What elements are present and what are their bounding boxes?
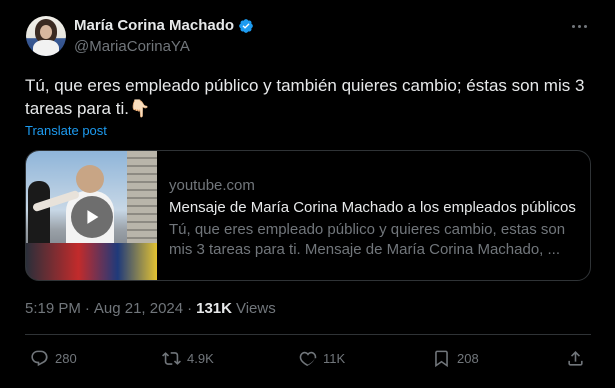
thumb-speaker-head — [76, 165, 104, 193]
bookmark-button[interactable]: 208 — [432, 346, 479, 370]
more-dot — [571, 24, 575, 28]
avatar-face — [40, 25, 52, 39]
reply-count: 280 — [55, 350, 77, 366]
repost-count: 4.9K — [187, 350, 214, 366]
tweet: María Corina Machado @MariaCorinaYA Tú, … — [0, 0, 615, 388]
repost-icon — [162, 351, 181, 365]
meta-separator: · — [187, 300, 193, 317]
thumb-crowd — [26, 243, 157, 280]
reply-button[interactable]: 280 — [30, 346, 77, 370]
play-icon[interactable] — [71, 196, 113, 238]
avatar-shirt — [33, 40, 59, 56]
author-name-row: María Corina Machado — [74, 17, 254, 34]
thumb-left-person — [28, 181, 50, 251]
avatar[interactable] — [26, 16, 66, 56]
more-dot — [583, 24, 587, 28]
card-title[interactable]: Mensaje de María Corina Machado a los em… — [169, 198, 579, 218]
tweet-text: Tú, que eres empleado público y también … — [25, 76, 585, 118]
reply-icon — [31, 350, 48, 366]
more-icon[interactable] — [569, 18, 589, 34]
card-body: youtube.com Mensaje de María Corina Mach… — [169, 176, 579, 260]
views-label: Views — [235, 300, 276, 317]
bookmark-icon — [435, 350, 448, 367]
video-thumbnail[interactable] — [26, 151, 157, 280]
views-count[interactable]: 131K — [196, 300, 232, 317]
author-display-name[interactable]: María Corina Machado — [74, 17, 234, 34]
bookmark-count: 208 — [457, 350, 479, 366]
heart-icon — [299, 351, 317, 366]
repost-button[interactable]: 4.9K — [162, 346, 214, 370]
card-description: Tú, que eres empleado público y quieres … — [169, 221, 566, 258]
more-dot — [577, 24, 581, 28]
share-icon — [568, 350, 583, 366]
share-button[interactable] — [566, 346, 585, 370]
tweet-meta: 5:19 PM · Aug 21, 2024 · 131K Views — [25, 300, 276, 317]
tweet-date[interactable]: Aug 21, 2024 — [94, 300, 183, 317]
like-count: 11K — [323, 350, 346, 366]
translate-link[interactable]: Translate post — [25, 123, 107, 138]
like-button[interactable]: 11K — [298, 346, 345, 370]
tweet-time[interactable]: 5:19 PM — [25, 300, 81, 317]
meta-separator: · — [84, 300, 90, 317]
link-card[interactable]: youtube.com Mensaje de María Corina Mach… — [25, 150, 591, 281]
author-handle[interactable]: @MariaCorinaYA — [74, 38, 190, 55]
verified-badge-icon[interactable] — [238, 18, 254, 34]
divider — [25, 334, 591, 335]
card-domain: youtube.com — [169, 177, 255, 194]
action-bar: 280 4.9K 11K 208 — [30, 346, 590, 370]
